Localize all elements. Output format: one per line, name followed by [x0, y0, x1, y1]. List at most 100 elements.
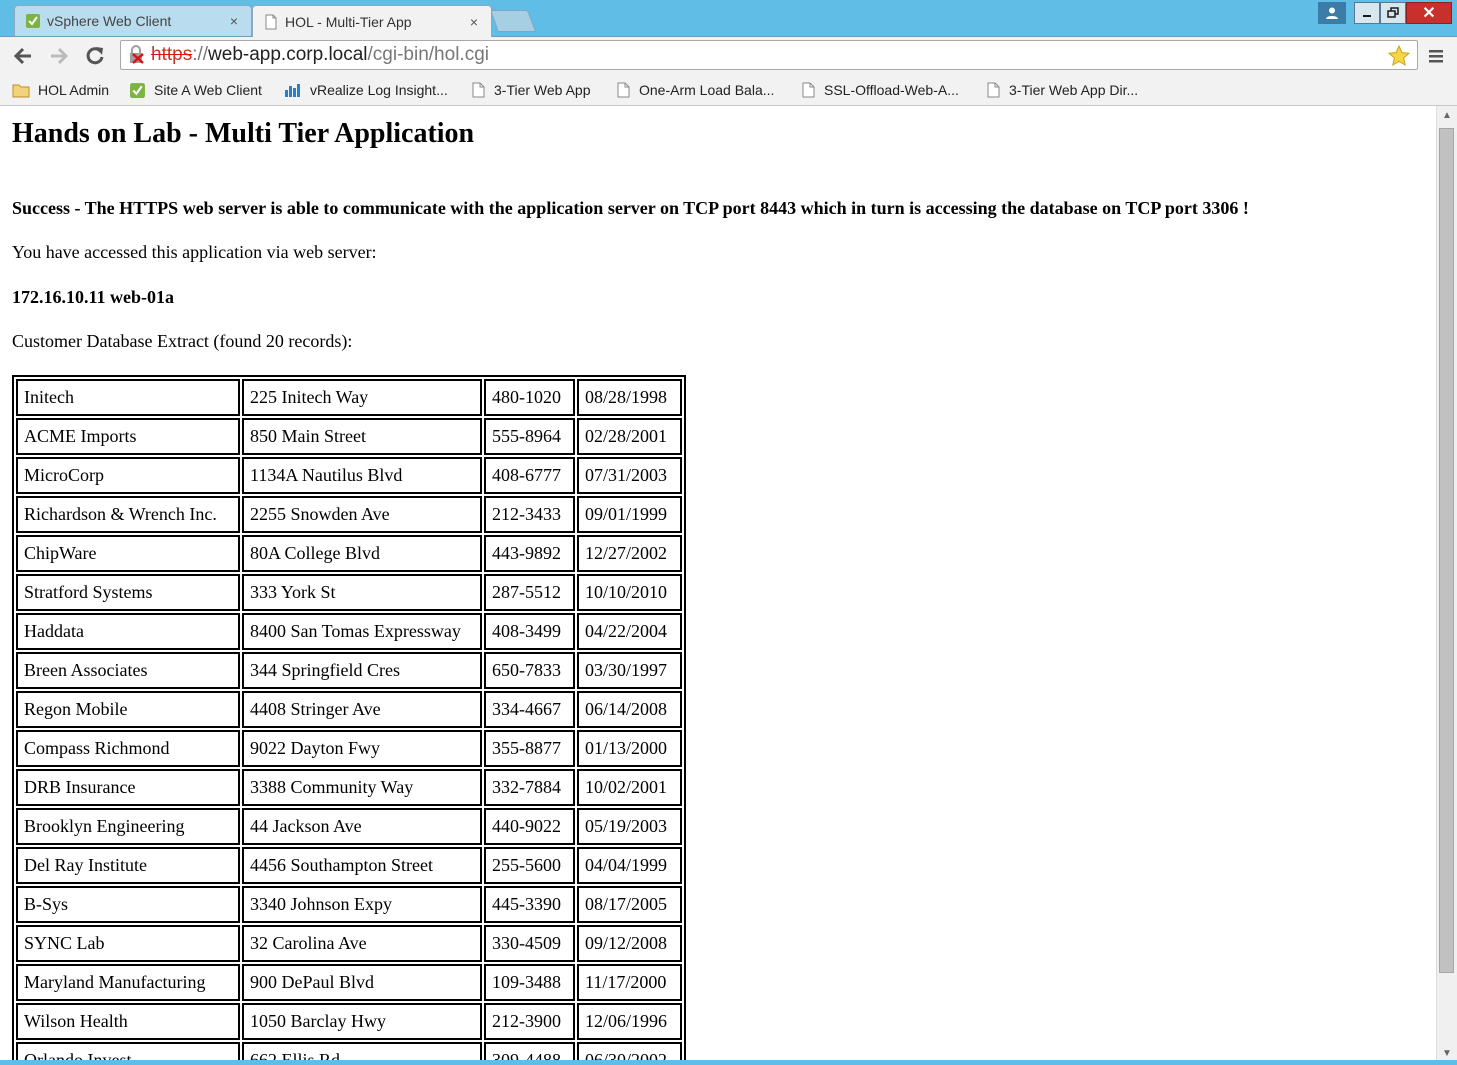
- customer-date-cell: 01/13/2000: [577, 730, 682, 767]
- minimize-button[interactable]: [1354, 2, 1380, 24]
- customer-address-cell: 344 Springfield Cres: [242, 652, 482, 689]
- customer-phone-cell: 443-9892: [484, 535, 575, 572]
- bookmark-3-tier-web-app[interactable]: 3-Tier Web App: [472, 79, 591, 101]
- customer-date-cell: 04/22/2004: [577, 613, 682, 650]
- bookmark-one-arm-load-balancer[interactable]: One-Arm Load Bala...: [617, 79, 774, 101]
- customer-address-cell: 1050 Barclay Hwy: [242, 1003, 482, 1040]
- customer-name-cell: Brooklyn Engineering: [16, 808, 240, 845]
- page-icon: [987, 82, 1000, 98]
- customer-name-cell: DRB Insurance: [16, 769, 240, 806]
- reload-button[interactable]: [82, 43, 108, 69]
- new-tab-button[interactable]: [489, 10, 537, 32]
- customer-name-cell: Stratford Systems: [16, 574, 240, 611]
- url-text[interactable]: https://web-app.corp.local/cgi-bin/hol.c…: [151, 44, 489, 66]
- customer-name-cell: Orlando Invest: [16, 1042, 240, 1062]
- forward-button[interactable]: [46, 43, 72, 69]
- page-icon: [265, 14, 277, 29]
- customer-name-cell: Initech: [16, 379, 240, 416]
- vertical-scrollbar[interactable]: ▲ ▼: [1436, 106, 1457, 1062]
- table-row: ACME Imports 850 Main Street 555-8964 02/28…: [16, 418, 682, 455]
- bookmark-hol-admin[interactable]: HOL Admin: [12, 79, 109, 101]
- customer-address-cell: 9022 Dayton Fwy: [242, 730, 482, 767]
- success-message: Success - The HTTPS web server is able t…: [12, 198, 1249, 218]
- page-content: Hands on Lab - Multi Tier Application Su…: [0, 106, 1436, 1062]
- url-scheme: https: [151, 44, 193, 65]
- customer-phone-cell: 555-8964: [484, 418, 575, 455]
- table-row: B-Sys 3340 Johnson Expy 445-3390 08/17/2005: [16, 886, 682, 923]
- customer-name-cell: Del Ray Institute: [16, 847, 240, 884]
- bookmark-label: vRealize Log Insight...: [310, 82, 448, 98]
- web-server-name: 172.16.10.11 web-01a: [12, 287, 174, 307]
- bookmarks-bar: HOL Admin Site A Web Client vRealize Log…: [0, 75, 1457, 106]
- tab-label: HOL - Multi-Tier App: [285, 13, 412, 30]
- tab-close-icon[interactable]: ×: [225, 13, 243, 29]
- customer-phone-cell: 212-3900: [484, 1003, 575, 1040]
- scrollbar-thumb[interactable]: [1439, 128, 1454, 973]
- url-separator: ://: [192, 44, 209, 65]
- table-row: Regon Mobile 4408 Stringer Ave 334-4667 06/…: [16, 691, 682, 728]
- minimize-icon: [1363, 15, 1371, 17]
- customer-name-cell: Richardson & Wrench Inc.: [16, 496, 240, 533]
- customer-address-cell: 850 Main Street: [242, 418, 482, 455]
- customer-name-cell: Breen Associates: [16, 652, 240, 689]
- customer-date-cell: 03/30/1997: [577, 652, 682, 689]
- insecure-lock-icon: [130, 45, 144, 64]
- customer-name-cell: SYNC Lab: [16, 925, 240, 962]
- customer-phone-cell: 408-6777: [484, 457, 575, 494]
- customer-date-cell: 12/06/1996: [577, 1003, 682, 1040]
- customer-name-cell: Haddata: [16, 613, 240, 650]
- customer-address-cell: 1134A Nautilus Blvd: [242, 457, 482, 494]
- bookmark-3-tier-web-app-dir[interactable]: 3-Tier Web App Dir...: [987, 79, 1138, 101]
- customer-table: Initech 225 Initech Way 480-1020 08/28/1998…: [12, 375, 686, 1062]
- menu-icon[interactable]: [1426, 46, 1446, 66]
- table-row: Del Ray Institute 4456 Southampton Street…: [16, 847, 682, 884]
- bookmark-label: SSL-Offload-Web-A...: [824, 82, 959, 98]
- customer-address-cell: 662 Ellis Rd: [242, 1042, 482, 1062]
- customer-name-cell: Regon Mobile: [16, 691, 240, 728]
- table-row: Maryland Manufacturing 900 DePaul Blvd 109…: [16, 964, 682, 1001]
- customer-date-cell: 08/28/1998: [577, 379, 682, 416]
- customer-address-cell: 3388 Community Way: [242, 769, 482, 806]
- customer-phone-cell: 445-3390: [484, 886, 575, 923]
- bookmark-site-a-web-client[interactable]: Site A Web Client: [129, 79, 262, 101]
- customer-date-cell: 10/02/2001: [577, 769, 682, 806]
- customer-address-cell: 8400 San Tomas Expressway: [242, 613, 482, 650]
- bookmark-ssl-offload-web-app[interactable]: SSL-Offload-Web-A...: [802, 79, 959, 101]
- customer-date-cell: 09/01/1999: [577, 496, 682, 533]
- folder-icon: [12, 84, 30, 98]
- user-profile-button[interactable]: [1318, 2, 1346, 24]
- table-row: SYNC Lab 32 Carolina Ave 330-4509 09/12/200…: [16, 925, 682, 962]
- tab-hol-multi-tier-app[interactable]: HOL - Multi-Tier App ×: [252, 5, 492, 37]
- customer-phone-cell: 408-3499: [484, 613, 575, 650]
- customer-phone-cell: 287-5512: [484, 574, 575, 611]
- customer-phone-cell: 255-5600: [484, 847, 575, 884]
- tab-close-icon[interactable]: ×: [465, 14, 483, 30]
- customer-phone-cell: 332-7884: [484, 769, 575, 806]
- customer-date-cell: 09/12/2008: [577, 925, 682, 962]
- customer-phone-cell: 355-8877: [484, 730, 575, 767]
- restore-button[interactable]: [1380, 2, 1406, 24]
- user-icon: [1326, 7, 1338, 19]
- scroll-up-arrow-icon[interactable]: ▲: [1437, 106, 1457, 124]
- page-heading: Hands on Lab - Multi Tier Application: [12, 118, 475, 149]
- window-close-button[interactable]: ✕: [1406, 2, 1452, 24]
- customer-name-cell: Maryland Manufacturing: [16, 964, 240, 1001]
- bookmark-star-icon[interactable]: [1387, 44, 1411, 68]
- bookmark-vrealize-log-insight[interactable]: vRealize Log Insight...: [284, 79, 448, 101]
- customer-date-cell: 02/28/2001: [577, 418, 682, 455]
- customer-date-cell: 12/27/2002: [577, 535, 682, 572]
- browser-toolbar: https://web-app.corp.local/cgi-bin/hol.c…: [0, 37, 1457, 75]
- table-row: DRB Insurance 3388 Community Way 332-7884 1…: [16, 769, 682, 806]
- customer-phone-cell: 330-4509: [484, 925, 575, 962]
- customer-phone-cell: 480-1020: [484, 379, 575, 416]
- table-row: Brooklyn Engineering 44 Jackson Ave 440-90…: [16, 808, 682, 845]
- customer-name-cell: MicroCorp: [16, 457, 240, 494]
- tab-vsphere-web-client[interactable]: vSphere Web Client ×: [14, 5, 252, 36]
- customer-address-cell: 4408 Stringer Ave: [242, 691, 482, 728]
- page-icon: [472, 82, 485, 98]
- customer-name-cell: Wilson Health: [16, 1003, 240, 1040]
- close-icon: ✕: [1422, 5, 1436, 22]
- address-bar[interactable]: https://web-app.corp.local/cgi-bin/hol.c…: [120, 40, 1418, 70]
- customer-address-cell: 4456 Southampton Street: [242, 847, 482, 884]
- back-button[interactable]: [10, 43, 36, 69]
